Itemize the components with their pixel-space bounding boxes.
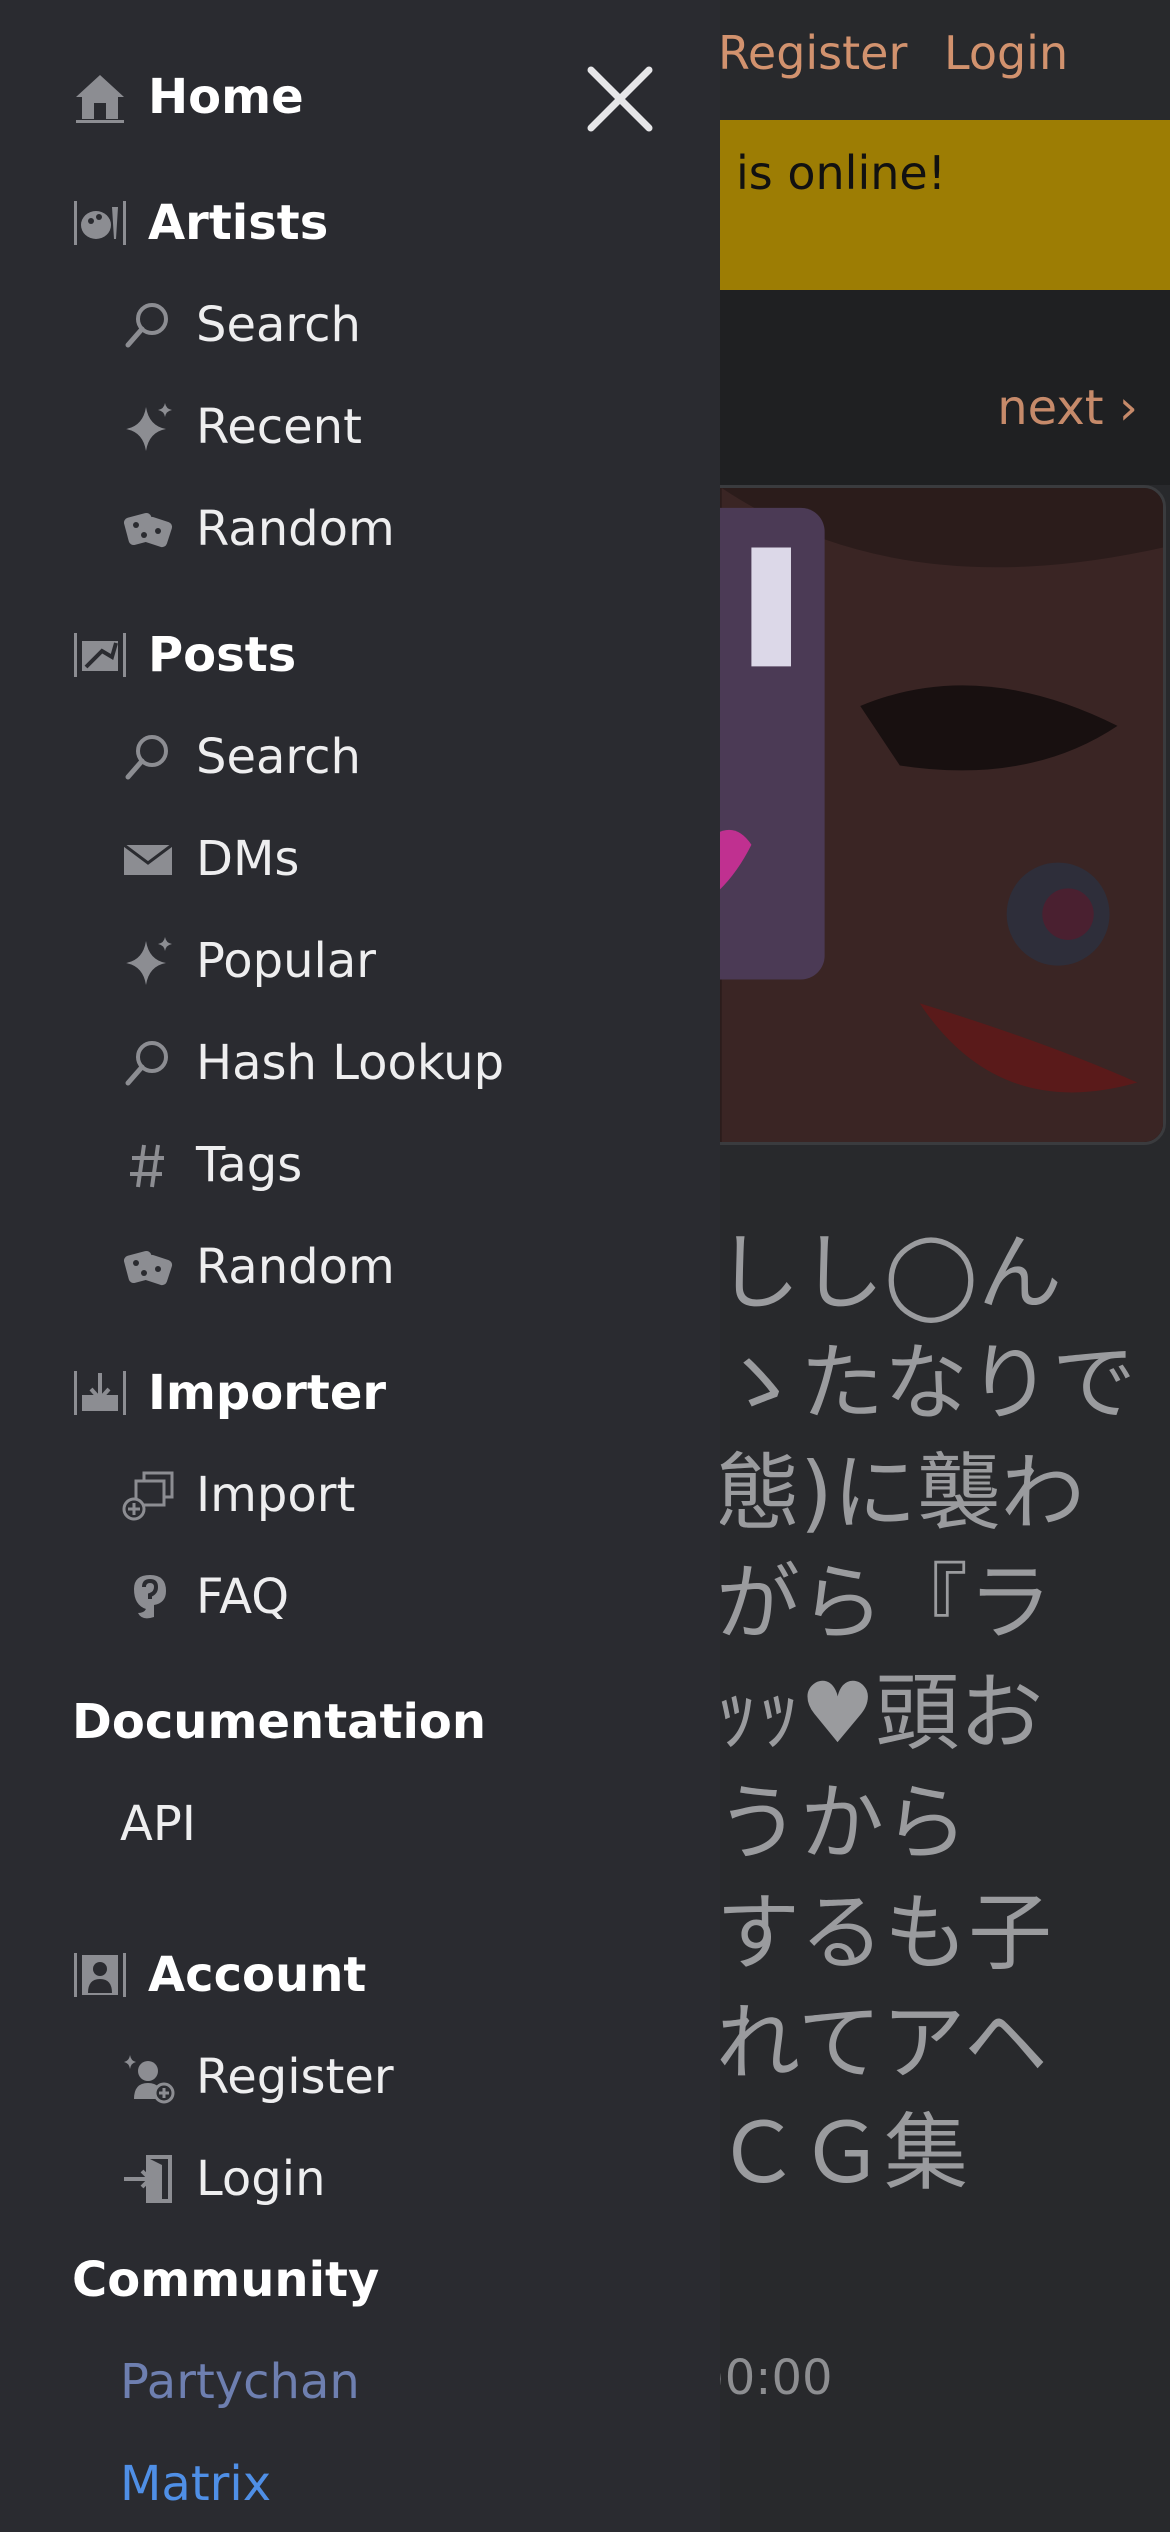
documentation-api-link[interactable]: API	[120, 1796, 196, 1852]
side-menu: Home Artists Search Recent Random Posts	[0, 0, 720, 2532]
register-icon	[118, 2047, 178, 2107]
account-login-item[interactable]: Login	[118, 2144, 326, 2214]
menu-importer-label: Importer	[148, 1365, 387, 1421]
close-menu-button[interactable]	[585, 64, 655, 134]
post-title-fragment[interactable]: しし◯ん ゝたなりで 態)に襲わ がら『ラ ｯｯ♥頭お うから するも子 れてア…	[716, 1218, 1170, 2208]
menu-home-label: Home	[148, 69, 304, 125]
home-icon	[70, 67, 130, 127]
search-icon	[118, 1033, 178, 1093]
header-register-link[interactable]: Register	[718, 26, 907, 80]
sparkle-icon	[118, 931, 178, 991]
posts-tags-item[interactable]: Tags	[118, 1130, 302, 1200]
banner-text: is online!	[736, 146, 947, 200]
importer-icon	[70, 1363, 130, 1423]
envelope-icon	[118, 829, 178, 889]
community-matrix-link[interactable]: Matrix	[120, 2456, 271, 2512]
menu-account-label: Account	[148, 1947, 367, 2003]
menu-account-header[interactable]: Account	[70, 1940, 366, 2010]
menu-documentation-header[interactable]: Documentation	[72, 1694, 486, 1750]
sparkle-icon	[118, 397, 178, 457]
close-icon	[587, 66, 653, 132]
next-page-link[interactable]: next ›	[997, 380, 1138, 436]
artists-search-item[interactable]: Search	[118, 290, 361, 360]
header-login-link[interactable]: Login	[944, 26, 1068, 80]
posts-hash-lookup-item[interactable]: Hash Lookup	[118, 1028, 504, 1098]
dice-icon	[118, 499, 178, 559]
posts-random-label: Random	[196, 1239, 395, 1295]
menu-importer-header[interactable]: Importer	[70, 1358, 386, 1428]
menu-artists-header[interactable]: Artists	[70, 188, 328, 258]
posts-popular-item[interactable]: Popular	[118, 926, 376, 996]
account-register-label: Register	[196, 2049, 394, 2105]
importer-faq-label: FAQ	[196, 1569, 289, 1625]
importer-import-item[interactable]: Import	[118, 1460, 355, 1530]
posts-icon	[70, 625, 130, 685]
artists-recent-label: Recent	[196, 399, 362, 455]
posts-tags-label: Tags	[196, 1137, 303, 1193]
import-icon	[118, 1465, 178, 1525]
account-login-label: Login	[196, 2151, 326, 2207]
posts-search-item[interactable]: Search	[118, 722, 361, 792]
dice-icon	[118, 1237, 178, 1297]
account-register-item[interactable]: Register	[118, 2042, 394, 2112]
post-time-fragment: )0:00	[706, 2350, 833, 2406]
login-icon	[118, 2149, 178, 2209]
search-icon	[118, 295, 178, 355]
faq-icon	[118, 1567, 178, 1627]
hash-icon	[118, 1135, 178, 1195]
search-icon	[118, 727, 178, 787]
posts-random-item[interactable]: Random	[118, 1232, 395, 1302]
artists-search-label: Search	[196, 297, 361, 353]
posts-dms-item[interactable]: DMs	[118, 824, 299, 894]
posts-search-label: Search	[196, 729, 361, 785]
importer-import-label: Import	[196, 1467, 356, 1523]
menu-artists-label: Artists	[148, 195, 329, 251]
artists-random-item[interactable]: Random	[118, 494, 395, 564]
posts-dms-label: DMs	[196, 831, 300, 887]
community-partychan-link[interactable]: Partychan	[120, 2354, 360, 2410]
menu-home[interactable]: Home	[70, 62, 304, 132]
menu-posts-label: Posts	[148, 627, 297, 683]
posts-hash-lookup-label: Hash Lookup	[196, 1035, 505, 1091]
artists-recent-item[interactable]: Recent	[118, 392, 362, 462]
account-icon	[70, 1945, 130, 2005]
importer-faq-item[interactable]: FAQ	[118, 1562, 289, 1632]
artists-random-label: Random	[196, 501, 395, 557]
artists-icon	[70, 193, 130, 253]
menu-community-header: Community	[72, 2252, 380, 2308]
posts-popular-label: Popular	[196, 933, 376, 989]
menu-posts-header[interactable]: Posts	[70, 620, 296, 690]
